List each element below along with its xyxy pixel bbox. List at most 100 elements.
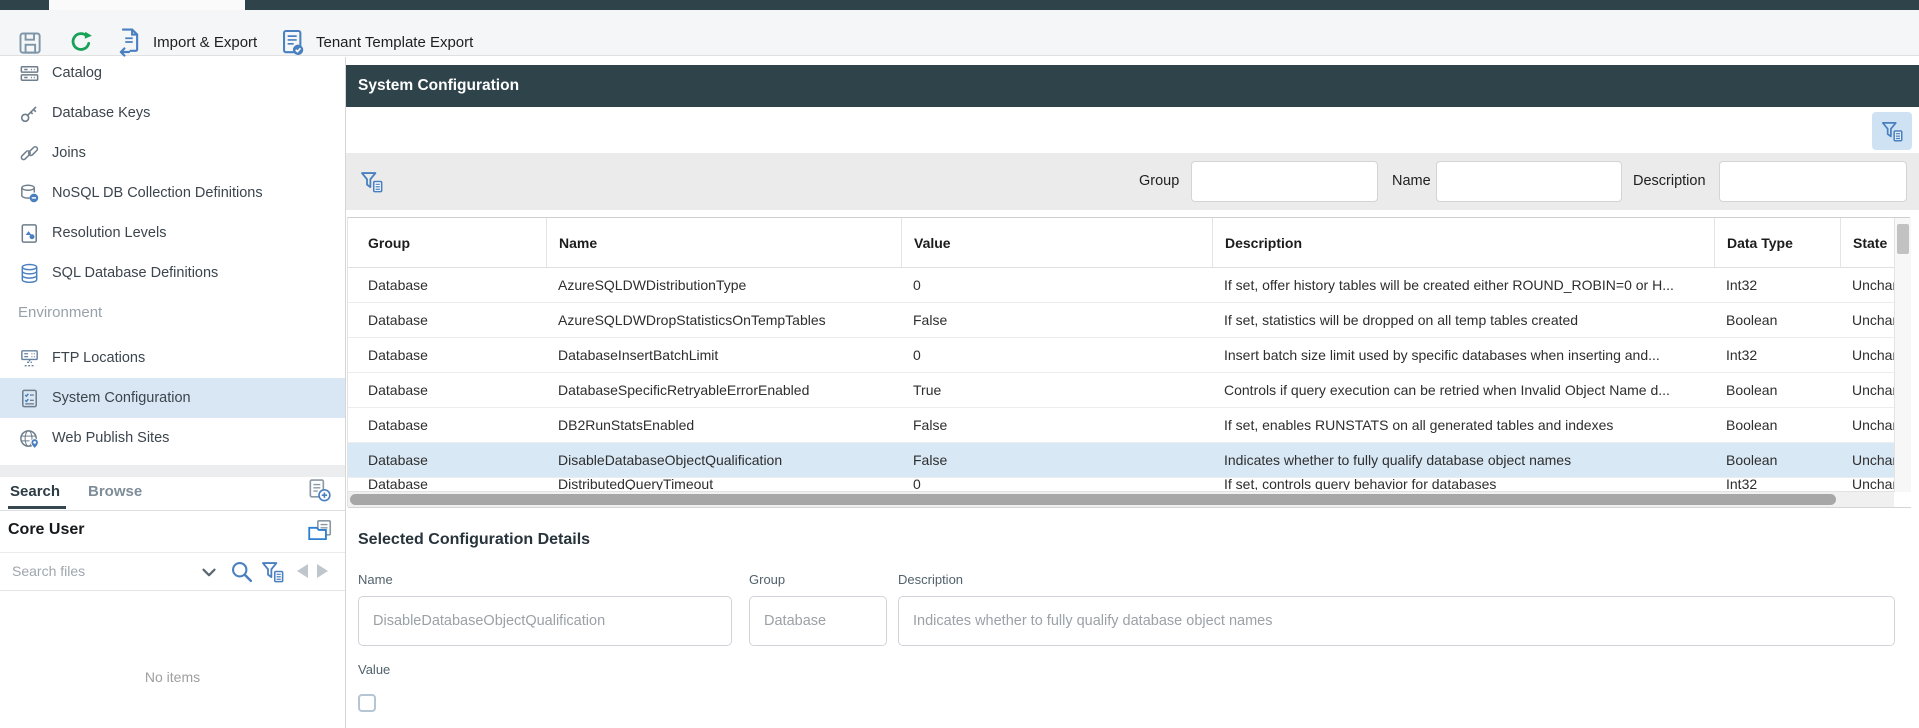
filter-icon[interactable] — [258, 557, 287, 586]
table-header-row: Group Name Value Description Data Type S… — [348, 218, 1894, 268]
table-cell: DistributedQueryTimeout — [546, 478, 901, 490]
description-filter-label: Description — [1633, 173, 1706, 189]
previous-arrow-button[interactable] — [297, 564, 308, 578]
filter-icon[interactable] — [357, 167, 386, 196]
column-header-name[interactable]: Name — [546, 218, 901, 267]
configuration-table: Group Name Value Description Data Type S… — [347, 217, 1910, 507]
detail-value-label: Value — [358, 662, 390, 677]
column-header-value[interactable]: Value — [901, 218, 1212, 267]
detail-description-field[interactable]: Indicates whether to fully qualify datab… — [898, 596, 1895, 646]
column-header-data-type[interactable]: Data Type — [1714, 218, 1840, 267]
sidebar-item-catalog[interactable]: Catalog — [0, 53, 345, 93]
table-cell: Unchanged — [1840, 478, 1894, 490]
table-cell: Indicates whether to fully qualify datab… — [1212, 443, 1714, 477]
table-cell: If set, offer history tables will be cre… — [1212, 268, 1714, 302]
sidebar-item-joins[interactable]: Joins — [0, 133, 345, 173]
sidebar-item-label: Database Keys — [52, 105, 150, 121]
ftp-server-icon — [17, 346, 41, 370]
sidebar-item-label: SQL Database Definitions — [52, 265, 218, 281]
folder-document-button[interactable] — [304, 515, 336, 545]
column-header-group[interactable]: Group — [348, 218, 546, 267]
table-body: DatabaseAzureSQLDWDistributionType0If se… — [348, 268, 1894, 490]
divider — [0, 552, 345, 553]
table-cell: Int32 — [1714, 478, 1840, 490]
sidebar-item-label: Catalog — [52, 65, 102, 81]
table-cell: Unchanged — [1840, 373, 1894, 407]
sidebar-item-nosql-db-collection-definitions[interactable]: NoSQL DB Collection Definitions — [0, 173, 345, 213]
vertical-scrollbar-thumb[interactable] — [1897, 224, 1909, 254]
search-input[interactable] — [12, 558, 187, 584]
table-row[interactable]: DatabaseAzureSQLDWDropStatisticsOnTempTa… — [348, 303, 1894, 338]
table-cell: False — [901, 443, 1212, 477]
sql-database-icon — [17, 261, 41, 285]
table-cell: Database — [348, 373, 546, 407]
horizontal-scrollbar — [348, 491, 1894, 507]
add-document-button[interactable] — [304, 475, 334, 505]
divider — [0, 590, 345, 591]
sidebar-item-ftp-locations[interactable]: FTP Locations — [0, 338, 345, 378]
system-configuration-icon — [17, 386, 41, 410]
table-cell: Boolean — [1714, 303, 1840, 337]
name-filter-label: Name — [1392, 173, 1431, 189]
sidebar-item-label: Resolution Levels — [52, 225, 166, 241]
table-cell: AzureSQLDWDistributionType — [546, 268, 901, 302]
table-row[interactable]: DatabaseDB2RunStatsEnabledFalseIf set, e… — [348, 408, 1894, 443]
table-row[interactable]: DatabaseDisableDatabaseObjectQualificati… — [348, 443, 1894, 478]
search-icon[interactable] — [228, 558, 255, 585]
detail-group-field[interactable]: Database — [749, 596, 887, 646]
table-cell: Int32 — [1714, 338, 1840, 372]
sidebar-item-system-configuration[interactable]: System Configuration — [0, 378, 345, 418]
group-filter-input[interactable] — [1191, 161, 1378, 202]
sidebar-item-sql-database-definitions[interactable]: SQL Database Definitions — [0, 253, 345, 293]
table-cell: False — [901, 303, 1212, 337]
table-row[interactable]: DatabaseAzureSQLDWDistributionType0If se… — [348, 268, 1894, 303]
refresh-icon — [67, 28, 95, 56]
table-cell: False — [901, 408, 1212, 442]
detail-name-field[interactable]: DisableDatabaseObjectQualification — [358, 596, 732, 646]
sidebar-item-label: NoSQL DB Collection Definitions — [52, 185, 263, 201]
vertical-scrollbar — [1894, 218, 1911, 492]
column-header-state[interactable]: State — [1840, 218, 1894, 267]
sidebar-item-web-publish-sites[interactable]: Web Publish Sites — [0, 418, 345, 458]
key-icon — [17, 101, 41, 125]
filter-toggle-button[interactable] — [1872, 112, 1912, 150]
app-window: Import & Export Tenant Template Export — [0, 0, 1919, 728]
sidebar-item-resolution-levels[interactable]: Resolution Levels — [0, 213, 345, 253]
sidebar-item-label: System Configuration — [52, 390, 191, 406]
value-checkbox[interactable] — [358, 694, 376, 712]
divider — [0, 510, 345, 511]
core-user-heading: Core User — [8, 521, 84, 539]
sidebar-section-environment: Environment — [18, 304, 102, 321]
description-filter-input[interactable] — [1719, 161, 1907, 202]
sidebar-item-database-keys[interactable]: Database Keys — [0, 93, 345, 133]
tab-search[interactable]: Search — [10, 483, 60, 500]
table-cell: Database — [348, 478, 546, 490]
horizontal-scrollbar-thumb[interactable] — [350, 494, 1836, 505]
detail-description-label: Description — [898, 572, 963, 587]
name-filter-input[interactable] — [1436, 161, 1622, 202]
table-row[interactable]: DatabaseDatabaseInsertBatchLimit0Insert … — [348, 338, 1894, 373]
chevron-down-icon[interactable] — [197, 560, 221, 584]
detail-name-label: Name — [358, 572, 393, 587]
table-cell: 0 — [901, 338, 1212, 372]
table-cell: DatabaseSpecificRetryableErrorEnabled — [546, 373, 901, 407]
table-cell: If set, enables RUNSTATS on all generate… — [1212, 408, 1714, 442]
tab-browse[interactable]: Browse — [88, 483, 142, 500]
sidebar: Catalog Database Keys Joins — [0, 57, 346, 728]
toolbar: Import & Export Tenant Template Export — [0, 10, 1919, 56]
table-cell: Boolean — [1714, 443, 1840, 477]
table-cell: Unchanged — [1840, 443, 1894, 477]
divider — [348, 507, 1911, 508]
group-filter-label: Group — [1139, 173, 1179, 189]
save-icon — [16, 29, 43, 56]
table-cell: Database — [348, 338, 546, 372]
table-row[interactable]: DatabaseDatabaseSpecificRetryableErrorEn… — [348, 373, 1894, 408]
table-cell: 0 — [901, 268, 1212, 302]
table-cell: If set, statistics will be dropped on al… — [1212, 303, 1714, 337]
nosql-database-icon — [17, 181, 41, 205]
table-row[interactable]: DatabaseDistributedQueryTimeout0If set, … — [348, 478, 1894, 490]
filter-icon — [1879, 118, 1905, 144]
next-arrow-button[interactable] — [317, 564, 328, 578]
table-cell: Controls if query execution can be retri… — [1212, 373, 1714, 407]
column-header-description[interactable]: Description — [1212, 218, 1714, 267]
